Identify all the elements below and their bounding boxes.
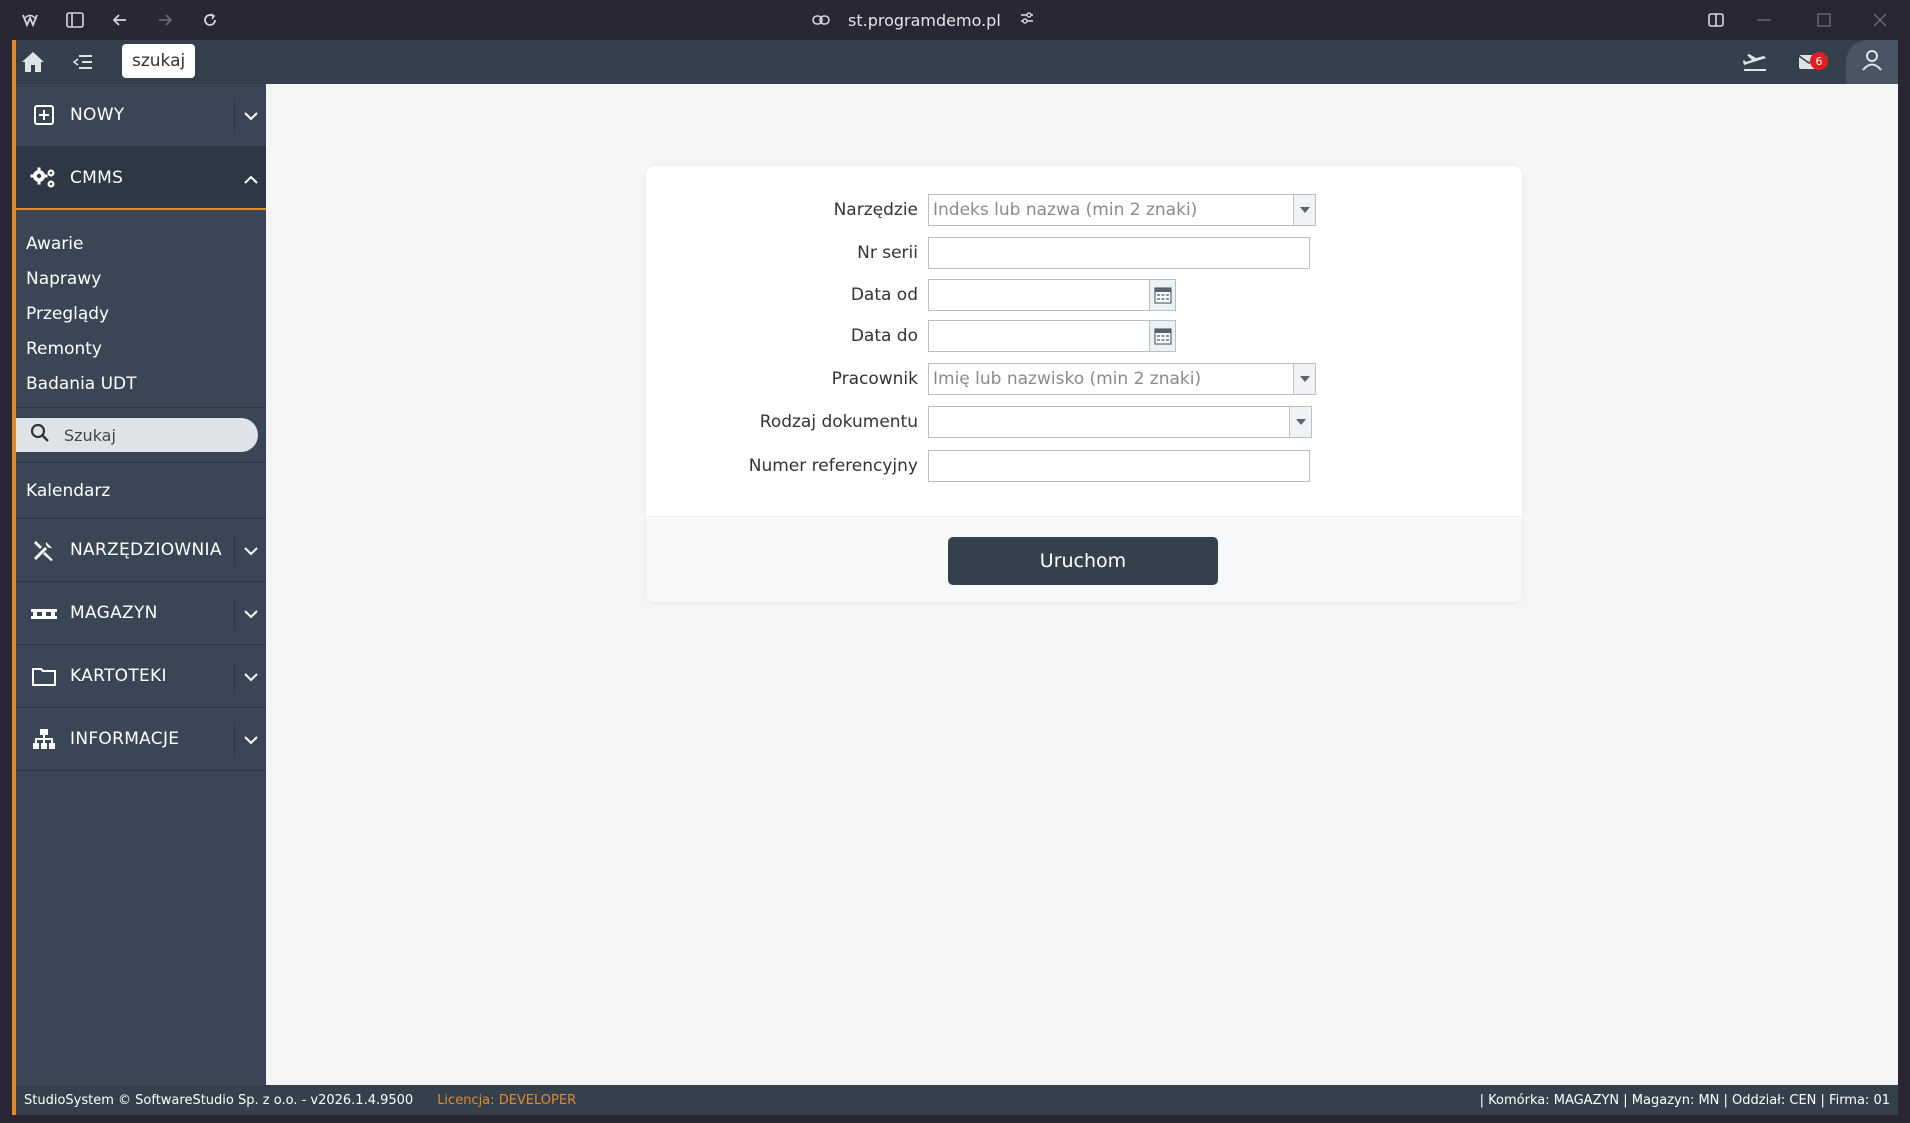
run-button[interactable]: Uruchom bbox=[948, 537, 1218, 585]
search-tab[interactable]: szukaj bbox=[122, 44, 196, 78]
chevron-down-icon[interactable] bbox=[234, 598, 266, 630]
search-icon bbox=[30, 423, 50, 447]
close-icon[interactable] bbox=[1868, 8, 1892, 32]
minimize-icon[interactable] bbox=[1752, 8, 1776, 32]
employee-label: Pracownik bbox=[831, 369, 918, 389]
sidebar-toggle-icon[interactable] bbox=[63, 8, 87, 32]
sidebar-item-badania-udt[interactable]: Badania UDT bbox=[16, 366, 266, 401]
menu-collapse-icon[interactable] bbox=[68, 48, 98, 76]
site-settings-icon[interactable] bbox=[1019, 10, 1035, 30]
sidebar-section-label: INFORMACJE bbox=[70, 729, 180, 749]
sidebar-section-narzedziownia[interactable]: NARZĘDZIOWNIA bbox=[16, 519, 266, 582]
gears-icon bbox=[30, 164, 58, 192]
serial-input[interactable] bbox=[928, 237, 1310, 269]
sidebar-item-remonty[interactable]: Remonty bbox=[16, 331, 266, 366]
reference-label: Numer referencyjny bbox=[748, 456, 918, 476]
license-prefix: Licencja: bbox=[437, 1092, 495, 1108]
form-row-doc-type: Rodzaj dokumentu bbox=[646, 406, 1522, 438]
user-icon bbox=[1861, 49, 1883, 75]
plane-icon[interactable] bbox=[1740, 48, 1770, 76]
sidebar-item-kalendarz[interactable]: Kalendarz bbox=[16, 463, 266, 519]
sidebar-section-label: NARZĘDZIOWNIA bbox=[70, 540, 222, 560]
sidebar-search-input[interactable]: Szukaj bbox=[16, 418, 258, 452]
mail-icon[interactable]: 6 bbox=[1794, 48, 1828, 76]
forward-icon[interactable] bbox=[153, 8, 177, 32]
tool-placeholder: Indeks lub nazwa (min 2 znaki) bbox=[933, 200, 1198, 220]
app-topbar: szukaj 6 bbox=[16, 40, 1898, 84]
chevron-down-icon[interactable] bbox=[234, 661, 266, 693]
pallet-icon bbox=[30, 599, 58, 627]
url-text: st.programdemo.pl bbox=[848, 10, 1001, 30]
sidebar-search-placeholder: Szukaj bbox=[64, 425, 116, 445]
link-icon bbox=[812, 11, 830, 30]
sidebar-section-cmms[interactable]: CMMS bbox=[16, 147, 266, 210]
sidebar-section-label: MAGAZYN bbox=[70, 603, 158, 623]
reload-icon[interactable] bbox=[198, 8, 222, 32]
app-window: szukaj 6 NOWY CMMS Awarie Naprawy Przegl… bbox=[12, 40, 1898, 1115]
browser-logo-icon[interactable] bbox=[18, 8, 42, 32]
doc-type-label: Rodzaj dokumentu bbox=[759, 412, 918, 432]
form-row-employee: Pracownik Imię lub nazwisko (min 2 znaki… bbox=[646, 363, 1522, 395]
license-info: Licencja: DEVELOPER bbox=[437, 1093, 576, 1108]
mail-count-badge: 6 bbox=[1810, 52, 1828, 70]
chevron-down-icon[interactable] bbox=[234, 535, 266, 567]
home-icon[interactable] bbox=[18, 48, 48, 76]
sitemap-icon bbox=[30, 725, 58, 753]
chevron-down-icon[interactable] bbox=[234, 724, 266, 756]
date-from-label: Data od bbox=[850, 285, 918, 305]
context-info: | Komórka: MAGAZYN | Magazyn: MN | Oddzi… bbox=[1479, 1092, 1890, 1108]
tools-icon bbox=[30, 536, 58, 564]
report-form-panel: Narzędzie Indeks lub nazwa (min 2 znaki)… bbox=[646, 166, 1522, 602]
sidebar-section-magazyn[interactable]: MAGAZYN bbox=[16, 582, 266, 645]
chevron-up-icon[interactable] bbox=[234, 163, 266, 195]
user-menu-button[interactable] bbox=[1846, 40, 1898, 84]
chevron-down-icon[interactable] bbox=[234, 100, 266, 132]
sidebar-section-kartoteki[interactable]: KARTOTEKI bbox=[16, 645, 266, 708]
sidebar-section-label: NOWY bbox=[70, 105, 125, 125]
sidebar-section-informacje[interactable]: INFORMACJE bbox=[16, 708, 266, 771]
sidebar-item-przeglady[interactable]: Przeglądy bbox=[16, 296, 266, 331]
sidebar-item-naprawy[interactable]: Naprawy bbox=[16, 261, 266, 296]
sidebar: NOWY CMMS Awarie Naprawy Przeglądy Remon… bbox=[16, 84, 266, 1085]
plus-square-icon bbox=[30, 101, 58, 129]
tool-label: Narzędzie bbox=[833, 200, 918, 220]
date-to-input[interactable] bbox=[928, 320, 1176, 352]
dropdown-arrow-icon[interactable] bbox=[1289, 407, 1311, 437]
browser-chrome: st.programdemo.pl bbox=[0, 0, 1910, 40]
employee-placeholder: Imię lub nazwisko (min 2 znaki) bbox=[933, 369, 1202, 389]
calendar-icon[interactable] bbox=[1149, 280, 1175, 310]
reference-input[interactable] bbox=[928, 450, 1310, 482]
tool-combobox[interactable]: Indeks lub nazwa (min 2 znaki) bbox=[928, 194, 1316, 226]
maximize-icon[interactable] bbox=[1812, 8, 1836, 32]
form-row-date-from: Data od bbox=[646, 279, 1522, 311]
doc-type-select[interactable] bbox=[928, 406, 1312, 438]
form-row-tool: Narzędzie Indeks lub nazwa (min 2 znaki) bbox=[646, 194, 1522, 226]
sidebar-section-label: CMMS bbox=[70, 167, 124, 188]
date-from-input[interactable] bbox=[928, 279, 1176, 311]
form-row-reference: Numer referencyjny bbox=[646, 450, 1522, 482]
license-value: DEVELOPER bbox=[498, 1092, 577, 1108]
form-footer: Uruchom bbox=[646, 516, 1522, 602]
calendar-icon[interactable] bbox=[1149, 321, 1175, 351]
copyright-text: StudioSystem © SoftwareStudio Sp. z o.o.… bbox=[24, 1092, 414, 1108]
serial-label: Nr serii bbox=[857, 243, 918, 263]
sidebar-search-wrap: Szukaj bbox=[16, 418, 266, 463]
cmms-submenu: Awarie Naprawy Przeglądy Remonty Badania… bbox=[16, 210, 266, 408]
date-to-label: Data do bbox=[850, 326, 918, 346]
sidebar-section-nowy[interactable]: NOWY bbox=[16, 84, 266, 147]
dropdown-arrow-icon[interactable] bbox=[1293, 195, 1315, 225]
form-row-serial: Nr serii bbox=[646, 237, 1522, 269]
address-bar[interactable]: st.programdemo.pl bbox=[812, 8, 1035, 32]
sidebar-section-label: KARTOTEKI bbox=[70, 666, 167, 686]
sidebar-item-awarie[interactable]: Awarie bbox=[16, 226, 266, 261]
form-row-date-to: Data do bbox=[646, 320, 1522, 352]
back-icon[interactable] bbox=[108, 8, 132, 32]
status-footer: StudioSystem © SoftwareStudio Sp. z o.o.… bbox=[16, 1085, 1898, 1115]
folder-icon bbox=[30, 662, 58, 690]
employee-combobox[interactable]: Imię lub nazwisko (min 2 znaki) bbox=[928, 363, 1316, 395]
split-view-icon[interactable] bbox=[1704, 8, 1728, 32]
dropdown-arrow-icon[interactable] bbox=[1293, 364, 1315, 394]
